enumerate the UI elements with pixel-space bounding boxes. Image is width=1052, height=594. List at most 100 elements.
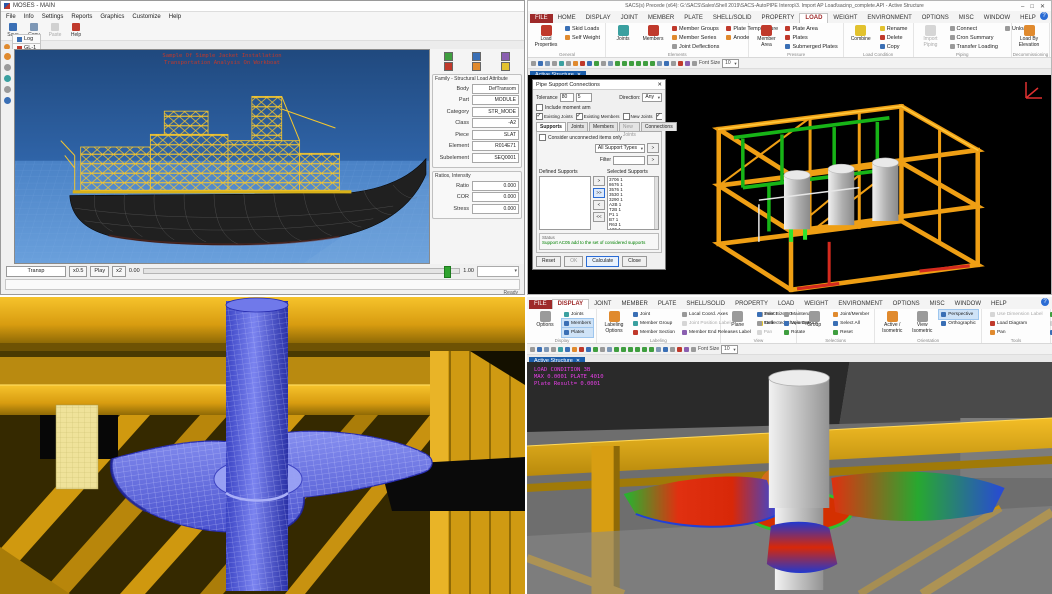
toolbar-icon[interactable] bbox=[586, 347, 591, 352]
ribbon-tab[interactable]: PLATE bbox=[679, 14, 708, 23]
ribbon-big-button[interactable]: Labeling Options bbox=[600, 310, 628, 334]
font-size-select[interactable]: 10 bbox=[721, 345, 738, 354]
ribbon-small-button[interactable]: Self Weight bbox=[563, 33, 602, 42]
help-icon[interactable]: ? bbox=[1040, 12, 1048, 20]
ribbon-small-button[interactable]: Select bbox=[755, 310, 779, 319]
defined-supports-list[interactable] bbox=[539, 176, 591, 230]
ribbon-tab[interactable]: WINDOW bbox=[950, 300, 986, 309]
ribbon-small-button[interactable]: Plates bbox=[783, 33, 839, 42]
window-control-button[interactable]: ✕ bbox=[1037, 4, 1048, 10]
ribbon-big-button[interactable]: Load By Elevation bbox=[1015, 24, 1043, 48]
dialog-tab[interactable]: New Joints bbox=[619, 122, 640, 131]
attribute-value-field[interactable]: -A2 bbox=[472, 118, 519, 128]
toolbar-icon[interactable] bbox=[657, 61, 662, 66]
ribbon-small-button[interactable]: Member Section bbox=[631, 328, 677, 337]
menu-item[interactable]: Reports bbox=[71, 14, 92, 20]
ribbon-tab[interactable]: WEIGHT bbox=[799, 300, 833, 309]
ribbon-big-button[interactable]: Joints bbox=[609, 24, 637, 43]
help-icon[interactable]: ? bbox=[1041, 298, 1049, 306]
toolbar-icon[interactable] bbox=[545, 61, 550, 66]
tolerance-input[interactable]: 5 bbox=[576, 93, 592, 102]
ribbon-small-button[interactable]: Pan bbox=[988, 328, 1045, 337]
ribbon-small-button[interactable]: Joint/Member bbox=[831, 310, 871, 319]
selected-supports-list[interactable]: 3706 18676 13576 13530 13290 1A2B 1T2B 1… bbox=[607, 176, 659, 230]
ribbon-tab[interactable]: MISC bbox=[954, 14, 979, 23]
ribbon-small-button[interactable]: Transfer Loading bbox=[948, 42, 1000, 51]
toolbar-icon[interactable] bbox=[621, 347, 626, 352]
dialog-button[interactable]: Close bbox=[622, 256, 647, 267]
toolbar-icon[interactable] bbox=[593, 347, 598, 352]
toolbar-icon[interactable] bbox=[551, 347, 556, 352]
ribbon-big-button[interactable]: Import Piping bbox=[917, 24, 945, 48]
toolbar-icon[interactable] bbox=[691, 347, 696, 352]
ribbon-small-button[interactable]: Delete bbox=[878, 33, 910, 42]
color-swatch[interactable] bbox=[472, 52, 481, 61]
toolbar-icon[interactable] bbox=[622, 61, 627, 66]
ribbon-big-button[interactable]: Members bbox=[639, 24, 667, 43]
ribbon-tab[interactable]: PLATE bbox=[653, 300, 682, 309]
slider-thumb[interactable] bbox=[444, 266, 451, 278]
ribbon-tab[interactable]: HOME bbox=[553, 14, 581, 23]
ribbon-tab[interactable]: SHELL/SOLID bbox=[681, 300, 730, 309]
ribbon-tab[interactable]: HELP bbox=[986, 300, 1012, 309]
toolbar-button[interactable]: Help bbox=[67, 23, 85, 38]
attribute-value-field[interactable]: MODULE bbox=[472, 95, 519, 105]
ribbon-small-button[interactable]: Plates bbox=[562, 328, 593, 337]
tool-icon[interactable] bbox=[4, 75, 11, 82]
tool-icon[interactable] bbox=[4, 97, 11, 104]
toolbar-icon[interactable] bbox=[600, 347, 605, 352]
ratio-value-field[interactable]: 0.000 bbox=[472, 192, 519, 202]
menu-item[interactable]: Customize bbox=[132, 14, 160, 20]
ribbon-tab[interactable]: MEMBER bbox=[616, 300, 652, 309]
ribbon-tab[interactable]: ENVIRONMENT bbox=[862, 14, 916, 23]
ribbon-tab[interactable]: FILE bbox=[529, 300, 552, 309]
toolbar-icon[interactable] bbox=[650, 61, 655, 66]
view-tab[interactable]: Log bbox=[12, 34, 41, 43]
toolbar-icon[interactable] bbox=[692, 61, 697, 66]
checkbox[interactable] bbox=[576, 113, 583, 120]
ribbon-tab[interactable]: SHELL/SOLID bbox=[708, 14, 757, 23]
tool-icon[interactable] bbox=[4, 64, 11, 71]
color-swatch[interactable] bbox=[501, 62, 510, 71]
dialog-tab[interactable]: Joints bbox=[567, 122, 588, 131]
ribbon-tab[interactable]: WEIGHT bbox=[828, 14, 862, 23]
play-button[interactable]: Play bbox=[90, 266, 109, 277]
attribute-value-field[interactable]: STR_MODE bbox=[472, 107, 519, 117]
toolbar-icon[interactable] bbox=[565, 347, 570, 352]
toolbar-icon[interactable] bbox=[677, 347, 682, 352]
apply-type-button[interactable]: > bbox=[647, 143, 659, 153]
ribbon-small-button[interactable]: Mouse Zoom bbox=[1048, 328, 1052, 337]
ribbon-big-button[interactable]: View Isometric bbox=[908, 310, 936, 334]
ribbon-small-button[interactable]: Face bbox=[755, 319, 779, 328]
toolbar-icon[interactable] bbox=[531, 61, 536, 66]
ribbon-big-button[interactable]: Plane bbox=[724, 310, 752, 329]
viewport-ship-transport[interactable]: Sample Of Simple Jacket Installation Tra… bbox=[14, 49, 430, 264]
direction-select[interactable]: Any bbox=[642, 93, 662, 102]
window-control-button[interactable]: □ bbox=[1027, 4, 1037, 10]
color-swatch[interactable] bbox=[444, 52, 453, 61]
ribbon-big-button[interactable]: Member Area bbox=[752, 24, 780, 48]
close-icon[interactable]: ✕ bbox=[657, 82, 662, 88]
filter-checkbox[interactable]: Existing Members bbox=[576, 113, 620, 120]
ribbon-small-button[interactable]: Joints bbox=[562, 310, 593, 319]
toolbar-icon[interactable] bbox=[670, 347, 675, 352]
filter-input[interactable] bbox=[613, 156, 645, 165]
toolbar-icon[interactable] bbox=[573, 61, 578, 66]
speed-down-button[interactable]: x0.5 bbox=[69, 266, 87, 277]
toolbar-icon[interactable] bbox=[615, 61, 620, 66]
toolbar-icon[interactable] bbox=[552, 61, 557, 66]
apply-filter-button[interactable]: > bbox=[647, 155, 659, 165]
ribbon-small-button[interactable]: Joint bbox=[631, 310, 677, 319]
ribbon-small-button[interactable]: Perspective bbox=[939, 310, 978, 319]
toolbar-icon[interactable] bbox=[614, 347, 619, 352]
toolbar-icon[interactable] bbox=[671, 61, 676, 66]
ribbon-small-button[interactable]: Select All bbox=[831, 319, 871, 328]
toolbar-icon[interactable] bbox=[664, 61, 669, 66]
color-swatch[interactable] bbox=[501, 52, 510, 61]
toolbar-icon[interactable] bbox=[629, 61, 634, 66]
color-swatch[interactable] bbox=[444, 62, 453, 71]
attribute-value-field[interactable]: R014E71 bbox=[472, 141, 519, 151]
dialog-button[interactable]: Reset bbox=[536, 256, 561, 267]
ribbon-tab[interactable]: DISPLAY bbox=[581, 14, 616, 23]
menu-item[interactable]: Settings bbox=[42, 14, 64, 20]
